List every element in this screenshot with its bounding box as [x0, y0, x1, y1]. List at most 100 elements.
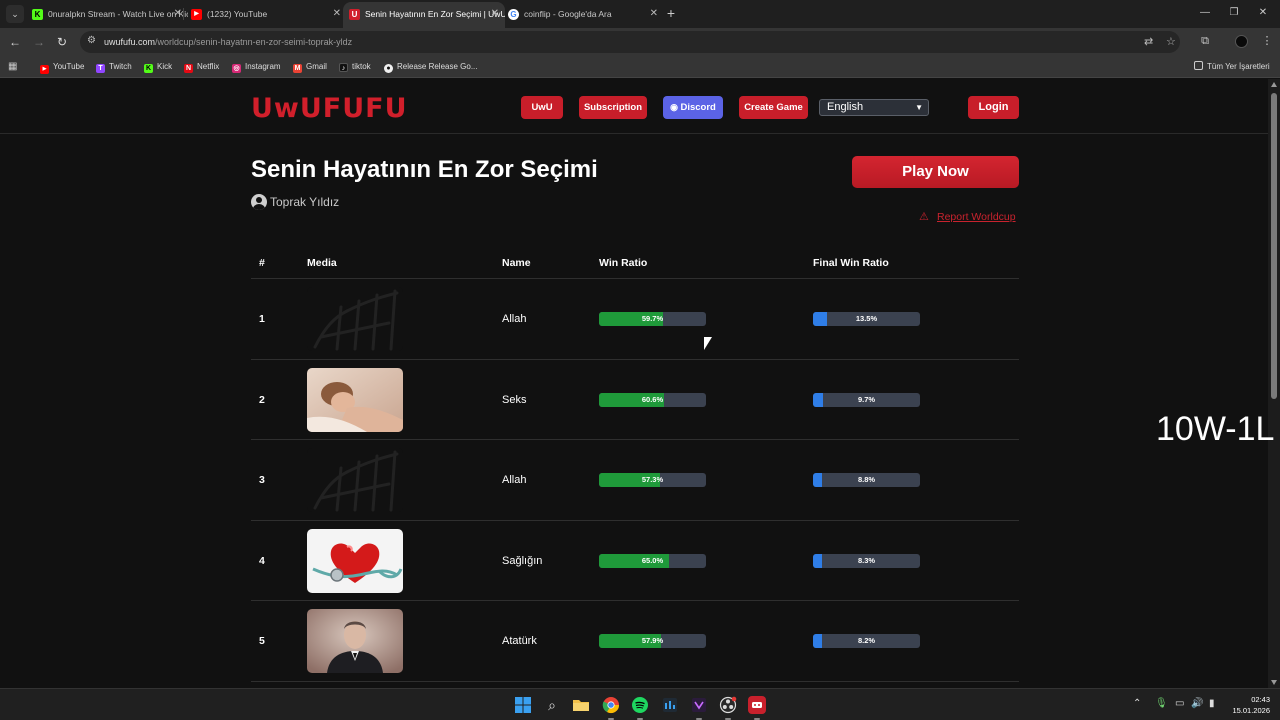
back-arrow-icon[interactable]: ←	[6, 33, 24, 51]
battery-icon[interactable]: ▮	[1209, 698, 1215, 709]
uwu-button[interactable]: UwU	[521, 96, 563, 119]
uwufufu-app-icon[interactable]	[748, 696, 766, 720]
tab-uwufufu[interactable]: U Senin Hayatının En Zor Seçimi | UwUFUF…	[343, 2, 505, 28]
table-row[interactable]: 1 Allah 59.7% 13.5%	[251, 279, 1019, 360]
tab-kick[interactable]: K 0nuralpkn Stream - Watch Live on Kick …	[26, 2, 188, 28]
close-window-icon[interactable]: ✕	[1253, 4, 1273, 22]
apps-grid-icon[interactable]: ▦	[8, 61, 17, 72]
menu-kebab-icon[interactable]: ⋮	[1259, 33, 1275, 49]
bookmark-instagram[interactable]: ◎ Instagram	[232, 56, 281, 77]
translate-icon[interactable]: ⇄	[1144, 35, 1153, 48]
bookmark-release[interactable]: ● Release Release Go...	[384, 56, 478, 77]
stream-score-overlay: 10W-1L	[1156, 410, 1275, 448]
row-name: Seks	[502, 393, 527, 406]
win-ratio-bar: 65.0%	[599, 553, 706, 568]
close-tab-icon[interactable]: ✕	[491, 2, 499, 26]
url-domain: uwufufu.com	[104, 37, 156, 47]
report-worldcup-link[interactable]: ⚠ Report Worldcup	[919, 210, 1016, 224]
media-thumbnail-calligraphy[interactable]	[307, 448, 403, 512]
author-link[interactable]: Toprak Yıldız	[251, 194, 339, 210]
twitch-studio-icon[interactable]	[690, 696, 708, 720]
bookmark-tiktok[interactable]: ♪ tiktok	[339, 56, 371, 77]
close-tab-icon[interactable]: ✕	[650, 2, 658, 26]
file-explorer-icon[interactable]	[572, 696, 590, 714]
create-game-button[interactable]: Create Game	[739, 96, 808, 119]
network-icon[interactable]: ▭	[1175, 698, 1184, 709]
tab-youtube[interactable]: ▶ (1232) YouTube ✕	[185, 2, 347, 28]
close-tab-icon[interactable]: ✕	[333, 2, 341, 26]
scroll-down-arrow-icon[interactable]	[1271, 680, 1277, 685]
table-row[interactable]: 5 Atatürk 57.9% 8.2%	[251, 601, 1019, 682]
close-tab-icon[interactable]: ✕	[174, 2, 182, 26]
tiktok-icon: ♪	[339, 63, 348, 72]
login-button[interactable]: Login	[968, 96, 1019, 119]
restore-icon[interactable]: ❐	[1224, 4, 1244, 22]
bookmark-twitch[interactable]: T Twitch	[96, 56, 132, 77]
language-select[interactable]: English ▼	[819, 99, 929, 116]
bookmark-kick[interactable]: K Kick	[144, 56, 172, 77]
media-thumbnail-photo[interactable]	[307, 367, 403, 432]
extensions-icon[interactable]: ⧉	[1197, 33, 1213, 49]
report-label: Report Worldcup	[937, 211, 1016, 223]
minimize-icon[interactable]: —	[1195, 4, 1215, 22]
site-header: UwUFUFU UwU Subscription ◉ Discord Creat…	[0, 79, 1268, 134]
play-now-button[interactable]: Play Now	[852, 156, 1019, 188]
system-clock[interactable]: 02:43 15.01.2026	[1228, 694, 1270, 716]
media-thumbnail-heart[interactable]	[307, 528, 403, 593]
spotify-icon[interactable]	[631, 696, 649, 720]
site-info-icon[interactable]: ⚙	[87, 35, 96, 46]
table-header: # Media Name Win Ratio Final Win Ratio	[251, 244, 1019, 279]
final-win-ratio-bar: 8.8%	[813, 473, 920, 487]
win-ratio-bar: 57.9%	[599, 634, 706, 648]
forward-arrow-icon[interactable]: →	[30, 33, 48, 51]
search-icon[interactable]: ⌕	[543, 696, 561, 714]
discord-button[interactable]: ◉ Discord	[663, 96, 723, 119]
profile-avatar[interactable]	[1235, 35, 1248, 48]
final-win-ratio-label: 13.5%	[855, 314, 878, 323]
tray-overflow-chevron-icon[interactable]: ⌃	[1133, 698, 1141, 709]
win-ratio-label: 65.0%	[641, 555, 664, 565]
subscription-button[interactable]: Subscription	[579, 96, 647, 119]
bookmark-star-icon[interactable]: ☆	[1166, 35, 1176, 48]
new-tab-button[interactable]: +	[664, 4, 678, 22]
bookmark-label: tiktok	[352, 62, 371, 71]
all-bookmarks-folder[interactable]: Tüm Yer İşaretleri	[1194, 56, 1270, 77]
table-row[interactable]: 3 Allah 57.3% 8.8%	[251, 440, 1019, 521]
address-bar[interactable]: ⚙ uwufufu.com/worldcup/senin-hayatnn-en-…	[80, 31, 1180, 53]
clock-time: 02:43	[1251, 695, 1270, 704]
final-win-ratio-label: 8.2%	[857, 636, 876, 645]
scroll-up-arrow-icon[interactable]	[1271, 82, 1277, 87]
media-thumbnail-calligraphy[interactable]	[307, 287, 403, 351]
page-scrollbar[interactable]	[1268, 79, 1280, 688]
obs-icon[interactable]	[719, 696, 737, 720]
bookmark-gmail[interactable]: M Gmail	[293, 56, 327, 77]
ranking-table: # Media Name Win Ratio Final Win Ratio 1…	[251, 244, 1019, 682]
table-row[interactable]: 4 Sağlığın 65.0% 8.3%	[251, 521, 1019, 601]
microphone-icon[interactable]: 🎙	[1155, 698, 1168, 709]
chrome-icon[interactable]	[602, 696, 620, 720]
bookmark-youtube[interactable]: ▶ YouTube	[40, 56, 84, 77]
win-ratio-label: 59.7%	[641, 314, 664, 323]
bookmark-label: Kick	[157, 62, 173, 71]
kick-favicon-icon: K	[32, 9, 43, 20]
tab-search-button[interactable]: ⌄	[6, 5, 24, 23]
reload-icon[interactable]: ↻	[53, 33, 71, 51]
header-rank: #	[259, 257, 265, 269]
site-logo[interactable]: UwUFUFU	[251, 93, 408, 124]
worldcup-title: Senin Hayatının En Zor Seçimi	[251, 156, 598, 183]
windows-start-icon[interactable]	[514, 696, 532, 714]
app-chart-icon[interactable]	[661, 696, 679, 714]
final-win-ratio-bar: 8.2%	[813, 634, 920, 648]
bookmark-netflix[interactable]: N Netflix	[184, 56, 219, 77]
uwufufu-favicon-icon: U	[349, 9, 360, 20]
scrollbar-thumb[interactable]	[1271, 93, 1277, 399]
netflix-icon: N	[184, 64, 193, 73]
tab-google[interactable]: G coinflip - Google'da Ara ✕	[502, 2, 664, 28]
youtube-favicon-icon: ▶	[191, 9, 202, 20]
media-thumbnail-portrait[interactable]	[307, 609, 403, 673]
table-row[interactable]: 2 Seks 60.6% 9.7%	[251, 360, 1019, 440]
row-rank: 5	[259, 635, 265, 647]
volume-icon[interactable]: 🔊	[1191, 698, 1203, 709]
twitch-icon: T	[96, 64, 105, 73]
final-win-ratio-bar: 9.7%	[813, 392, 920, 407]
